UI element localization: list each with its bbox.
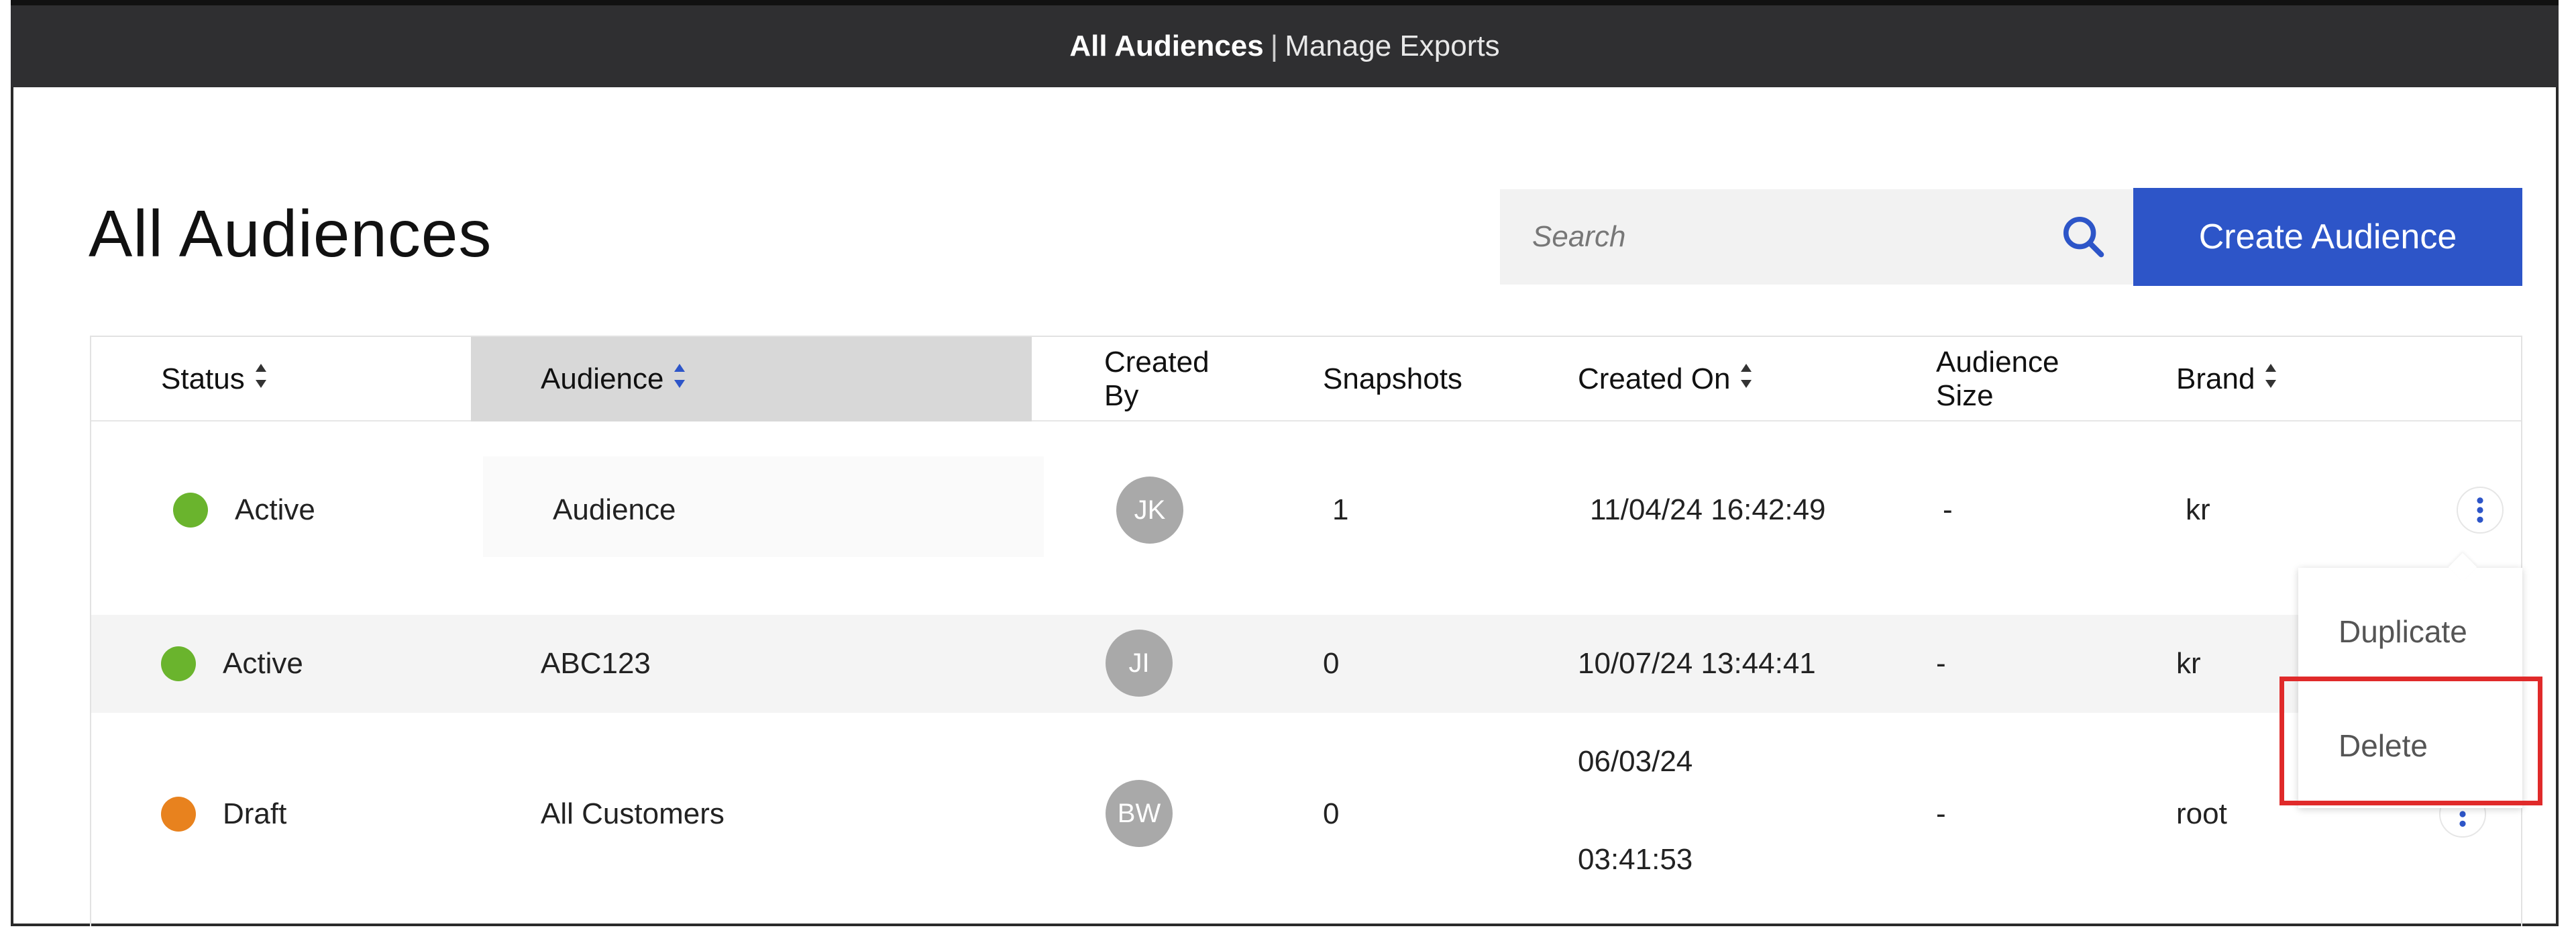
avatar: BW: [1106, 780, 1173, 847]
delete-highlight-box: [2279, 677, 2542, 805]
table-row: Active ABC123 JI 0 10/07/24 13:44:41 - k…: [91, 615, 2521, 713]
status-dot-icon: [161, 646, 196, 681]
audience-link[interactable]: All Customers: [541, 792, 724, 836]
top-nav-bar: All Audiences | Manage Exports: [11, 0, 2559, 87]
table-row: Active Audience JK 1 11/04/24 16:42:49 -…: [91, 423, 2521, 615]
created-on-cell: 10/07/24 13:44:41: [1578, 647, 1816, 680]
table-header: Status Audience Created By Snapshots Cre…: [91, 337, 2521, 421]
audience-link[interactable]: Audience: [553, 490, 676, 530]
table-row: Draft All Customers BW 0 06/03/24 03:41:…: [91, 713, 2521, 928]
snapshots-link[interactable]: 1: [1332, 490, 1348, 530]
nav-separator: |: [1270, 30, 1279, 62]
snapshots-cell: 0: [1323, 647, 1340, 680]
page-title: All Audiences: [89, 197, 492, 270]
column-header-label: Audience: [541, 362, 664, 395]
column-header-label-line2: Size: [1936, 379, 1994, 412]
audience-size-cell: -: [1936, 797, 1946, 830]
column-header-audience[interactable]: Audience: [541, 337, 686, 421]
column-header-created-by: Created By: [1104, 337, 1210, 421]
brand-cell: root: [2176, 797, 2227, 830]
avatar: JK: [1116, 477, 1183, 544]
created-by-cell: JK: [1116, 477, 1183, 544]
column-header-brand[interactable]: Brand: [2176, 337, 2277, 421]
column-header-created-on[interactable]: Created On: [1578, 337, 1753, 421]
brand-cell: kr: [2176, 647, 2201, 680]
column-header-label-line1: Created: [1104, 346, 1210, 379]
column-header-label-line2: By: [1104, 379, 1139, 412]
snapshots-cell: 0: [1323, 797, 1340, 830]
status-cell: Active: [173, 490, 315, 530]
sort-icon: [254, 362, 268, 397]
status-label: Active: [235, 493, 315, 526]
column-header-snapshots: Snapshots: [1323, 337, 1462, 421]
audience-size-cell: -: [1936, 647, 1946, 680]
nav-all-audiences[interactable]: All Audiences: [1069, 30, 1263, 63]
status-cell: Active: [161, 642, 303, 686]
brand-cell: kr: [2186, 493, 2210, 526]
status-label: Draft: [223, 797, 287, 830]
audiences-table: Status Audience Created By Snapshots Cre…: [90, 336, 2522, 926]
column-header-audience-size: Audience Size: [1936, 337, 2059, 421]
column-header-label: Created On: [1578, 362, 1731, 395]
status-cell: Draft: [161, 792, 286, 836]
status-dot-icon: [161, 797, 196, 832]
created-on-time: 03:41:53: [1578, 843, 1693, 876]
search-box: [1500, 189, 2137, 285]
nav-manage-exports[interactable]: Manage Exports: [1285, 30, 1499, 63]
audience-link[interactable]: ABC123: [541, 642, 651, 686]
audience-size-cell: -: [1943, 493, 1953, 526]
status-label: Active: [223, 647, 303, 680]
row-actions-kebab-icon[interactable]: [2457, 487, 2504, 534]
column-header-label: Snapshots: [1323, 362, 1462, 395]
created-on-date: 06/03/24: [1578, 745, 1693, 778]
menu-item-duplicate[interactable]: Duplicate: [2298, 595, 2522, 668]
column-header-label: Status: [161, 362, 245, 395]
sort-icon: [2264, 362, 2277, 397]
create-audience-button[interactable]: Create Audience: [2133, 188, 2522, 286]
search-input[interactable]: [1532, 220, 2057, 254]
status-dot-icon: [173, 493, 208, 528]
sort-icon: [1739, 362, 1753, 397]
created-on-cell: 11/04/24 16:42:49: [1590, 493, 1826, 526]
column-header-label: Brand: [2176, 362, 2255, 395]
avatar: JI: [1106, 630, 1173, 697]
column-header-status[interactable]: Status: [161, 337, 268, 421]
created-by-cell: JI: [1106, 630, 1173, 697]
created-by-cell: BW: [1106, 780, 1173, 847]
search-icon[interactable]: [2057, 210, 2110, 264]
sort-icon: [673, 362, 686, 397]
column-header-label-line1: Audience: [1936, 346, 2059, 379]
